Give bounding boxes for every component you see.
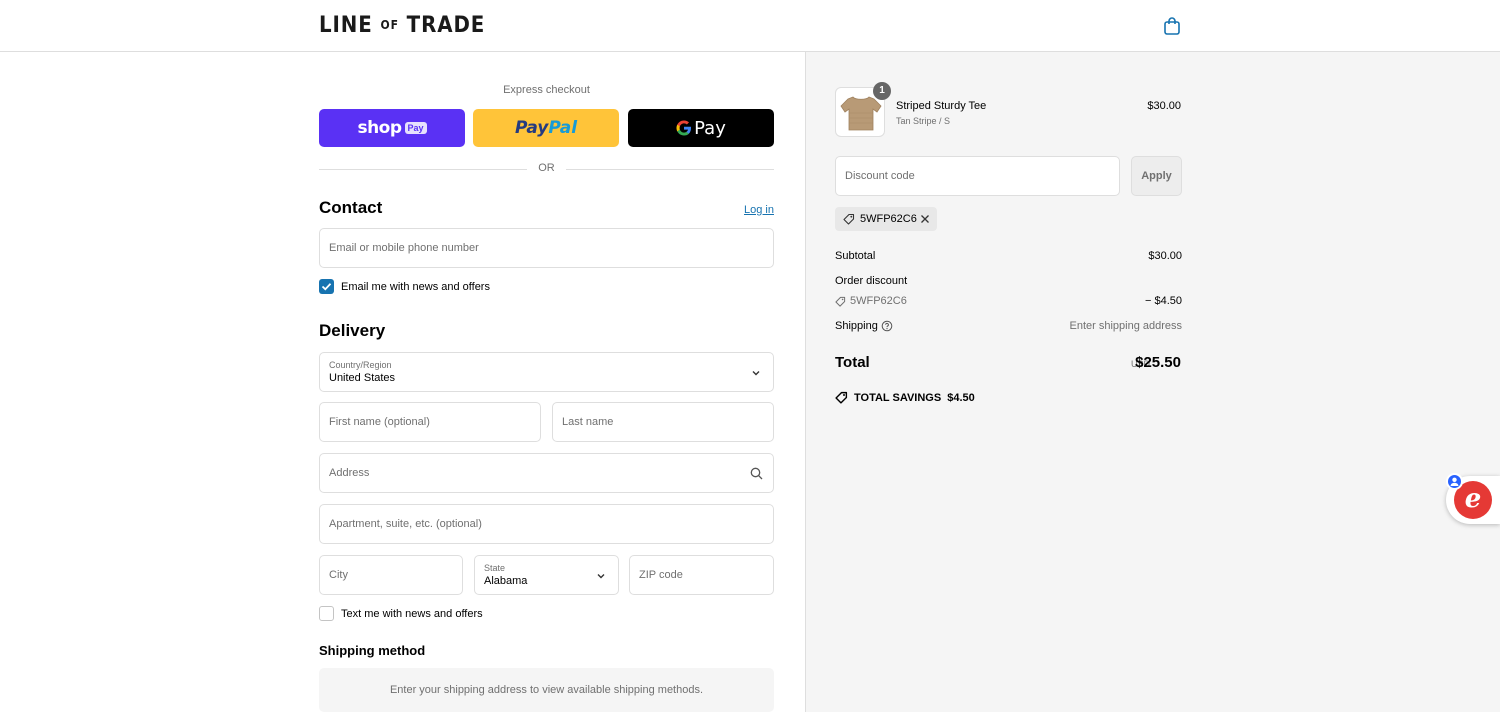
tag-icon: [835, 391, 848, 404]
tag-icon: [843, 213, 855, 225]
or-divider: OR: [319, 162, 774, 176]
header: LINE OF TRADE: [0, 0, 1500, 52]
text-news-label: Text me with news and offers: [341, 608, 483, 620]
shipping-method-title: Shipping method: [319, 643, 426, 658]
order-discount-row: Order discount: [835, 275, 1182, 287]
or-line-right: [566, 169, 774, 170]
address-field[interactable]: Address: [319, 453, 774, 493]
subtotal-value: $30.00: [1148, 250, 1182, 262]
country-select[interactable]: Country/Region United States: [319, 352, 774, 392]
search-icon: [750, 467, 763, 480]
logo-word-trade: TRADE: [406, 13, 486, 38]
chevron-down-icon: [752, 371, 760, 376]
email-field[interactable]: Email or mobile phone number: [319, 228, 774, 268]
shop-pay-badge: Pay: [404, 122, 427, 134]
paypal-label-pay: Pay: [514, 118, 549, 138]
last-name-placeholder: Last name: [562, 416, 614, 428]
or-text: OR: [538, 162, 555, 174]
order-discount-label: Order discount: [835, 275, 908, 287]
text-news-checkbox[interactable]: [319, 606, 334, 621]
shop-pay-button[interactable]: shop Pay: [319, 109, 465, 147]
checkout-form: Express checkout shop Pay PayPal Pay OR …: [0, 52, 805, 712]
paypal-label-pal: Pal: [548, 118, 578, 138]
user-icon: [1450, 477, 1459, 486]
google-pay-text: Pay: [694, 117, 726, 139]
discount-code-field[interactable]: Discount code: [835, 156, 1120, 196]
first-name-placeholder: First name (optional): [329, 416, 430, 428]
applied-discount-chip: 5WFP62C6: [835, 207, 937, 231]
shipping-label: Shipping: [835, 320, 878, 332]
email-placeholder: Email or mobile phone number: [329, 242, 479, 254]
subtotal-row: Subtotal $30.00: [835, 250, 1182, 262]
order-summary: 1 Striped Sturdy Tee Tan Stripe / S $30.…: [805, 52, 1500, 712]
country-label: Country/Region: [329, 360, 392, 370]
total-savings: TOTAL SAVINGS $4.50: [835, 391, 975, 404]
google-pay-label: Pay: [676, 118, 726, 139]
last-name-field[interactable]: Last name: [552, 402, 774, 442]
apartment-field[interactable]: Apartment, suite, etc. (optional): [319, 504, 774, 544]
discount-code-value: 5WFP62C6: [850, 295, 907, 307]
first-name-field[interactable]: First name (optional): [319, 402, 541, 442]
total-label: Total: [835, 354, 870, 371]
user-badge-icon[interactable]: [1446, 473, 1463, 490]
logo-word-line: LINE: [319, 13, 373, 38]
shop-pay-label: shop: [357, 118, 402, 138]
state-label: State: [484, 563, 506, 573]
remove-discount-icon[interactable]: [920, 214, 930, 224]
express-checkout-title: Express checkout: [503, 84, 590, 96]
shipping-method-message: Enter your shipping address to view avai…: [389, 684, 704, 696]
apply-button[interactable]: Apply: [1131, 156, 1182, 196]
paypal-label: PayPal: [515, 118, 577, 138]
city-field[interactable]: City: [319, 555, 463, 595]
chevron-down-icon: [597, 574, 605, 579]
discount-placeholder: Discount code: [845, 170, 915, 182]
help-icon[interactable]: [881, 320, 893, 332]
zip-field[interactable]: ZIP code: [629, 555, 774, 595]
product-price: $30.00: [1147, 100, 1181, 112]
tag-icon: [835, 296, 846, 307]
shipping-method-box: Enter your shipping address to view avai…: [319, 668, 774, 712]
store-logo[interactable]: LINE OF TRADE: [319, 13, 485, 38]
applied-discount-code: 5WFP62C6: [860, 213, 917, 225]
google-pay-button[interactable]: Pay: [628, 109, 774, 147]
shipping-row: Shipping Enter shipping address: [835, 320, 1182, 332]
total-value: $25.50: [1135, 354, 1181, 371]
paypal-button[interactable]: PayPal: [473, 109, 619, 147]
product-name: Striped Sturdy Tee: [896, 100, 987, 112]
email-news-checkbox[interactable]: [319, 279, 334, 294]
logo-word-of: OF: [380, 18, 399, 32]
city-placeholder: City: [329, 569, 348, 581]
login-link[interactable]: Log in: [744, 204, 774, 216]
subtotal-label: Subtotal: [835, 250, 876, 262]
apartment-placeholder: Apartment, suite, etc. (optional): [329, 518, 482, 530]
savings-value: $4.50: [947, 391, 975, 404]
address-placeholder: Address: [329, 467, 370, 479]
checkmark-icon: [321, 283, 332, 291]
savings-label: TOTAL SAVINGS: [854, 391, 942, 404]
discount-amount: − $4.50: [1144, 295, 1182, 307]
shipping-value: Enter shipping address: [1069, 320, 1182, 332]
email-news-label: Email me with news and offers: [341, 281, 490, 293]
state-select[interactable]: State Alabama: [474, 555, 619, 595]
country-value: United States: [329, 372, 396, 384]
product-variant: Tan Stripe / S: [896, 116, 951, 126]
contact-title: Contact: [319, 198, 383, 217]
delivery-title: Delivery: [319, 321, 386, 340]
zip-placeholder: ZIP code: [639, 569, 683, 581]
shopping-bag-icon[interactable]: [1163, 16, 1181, 36]
state-value: Alabama: [484, 575, 528, 587]
quantity-badge: 1: [873, 82, 891, 100]
google-g-icon: [676, 120, 692, 136]
